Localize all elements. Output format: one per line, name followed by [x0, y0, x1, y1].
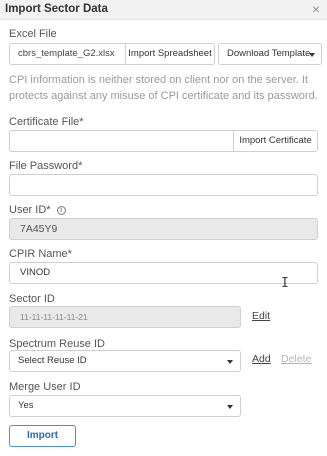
chevron-down-icon	[227, 405, 233, 409]
cpir-name-field[interactable]: VINOD	[9, 262, 318, 284]
excel-file-input[interactable]: cbrs_template_G2.xlsx Import Spreadsheet	[9, 43, 215, 65]
sector-id-field: 11-11-11-11-11-21	[9, 306, 241, 328]
spectrum-reuse-selected: Select Reuse ID	[18, 355, 87, 366]
chevron-down-icon	[309, 53, 315, 57]
cpir-name-label: CPIR Name*	[9, 248, 72, 260]
import-certificate-button[interactable]: Import Certificate	[233, 131, 317, 151]
sector-id-label: Sector ID	[9, 293, 55, 305]
spectrum-reuse-select[interactable]: Select Reuse ID	[9, 350, 241, 372]
excel-file-label: Excel File	[9, 28, 57, 40]
chevron-down-icon	[227, 360, 233, 364]
file-password-field[interactable]	[9, 174, 318, 196]
delete-reuse-link[interactable]: Delete	[281, 353, 311, 365]
import-sector-dialog: Import Sector Data × Excel File cbrs_tem…	[0, 0, 327, 456]
import-spreadsheet-button[interactable]: Import Spreadsheet	[125, 44, 214, 64]
certificate-file-label: Certificate File*	[9, 116, 84, 128]
user-id-field: 7A45Y9	[9, 218, 318, 240]
file-password-label: File Password*	[9, 160, 83, 172]
text-cursor-icon: I	[281, 276, 289, 291]
edit-sector-link[interactable]: Edit	[252, 310, 270, 322]
info-icon[interactable]: i	[56, 206, 66, 215]
close-icon[interactable]: ×	[312, 1, 320, 17]
certificate-file-input[interactable]: Import Certificate	[9, 130, 318, 152]
dialog-title: Import Sector Data	[5, 3, 108, 15]
cpi-info-text: CPI information is neither stored on cli…	[9, 74, 318, 102]
merge-user-selected: Yes	[18, 400, 34, 411]
download-template-label: Download Template	[227, 48, 311, 59]
excel-file-name: cbrs_template_G2.xlsx	[18, 48, 115, 59]
add-reuse-link[interactable]: Add	[252, 353, 271, 365]
merge-user-label: Merge User ID	[9, 381, 81, 393]
import-button[interactable]: Import	[9, 425, 76, 447]
download-template-button[interactable]: Download Template	[218, 43, 322, 65]
dialog-titlebar: Import Sector Data ×	[0, 0, 327, 20]
user-id-label: User ID* i	[9, 204, 66, 216]
user-id-label-text: User ID*	[9, 204, 51, 216]
spectrum-reuse-label: Spectrum Reuse ID	[9, 338, 105, 350]
merge-user-select[interactable]: Yes	[9, 395, 241, 417]
